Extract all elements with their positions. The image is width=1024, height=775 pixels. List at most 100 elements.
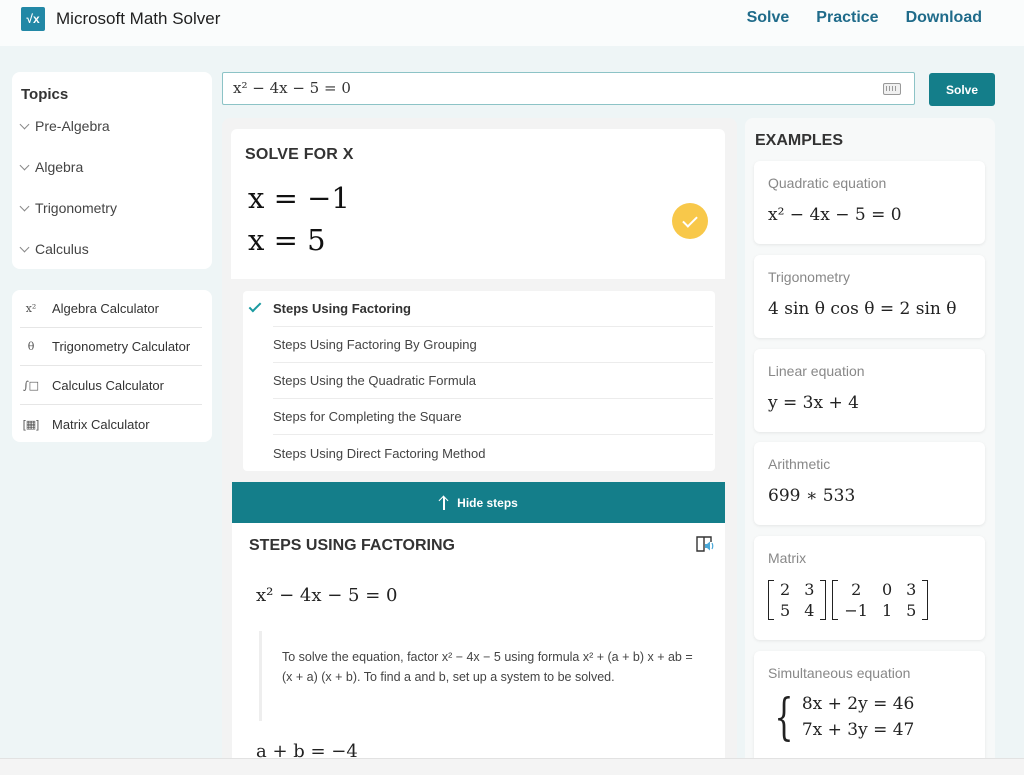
integral-icon: ∫□ [22, 379, 40, 392]
matrix-cell: 4 [804, 601, 815, 620]
topic-pre-algebra[interactable]: Pre-Algebra [19, 118, 110, 134]
matrix-cell: 3 [906, 580, 917, 599]
method-label: Steps Using the Quadratic Formula [273, 373, 477, 388]
steps-title: STEPS USING FACTORING [249, 537, 455, 554]
solution-answer: x = 5 [248, 223, 326, 257]
topic-label: Algebra [35, 159, 84, 175]
solution-answer: x = −1 [248, 181, 350, 215]
system-equation: 7x + 3y = 47 [801, 720, 915, 740]
example-expression: { 8x + 2y = 46 7x + 3y = 47 [768, 688, 915, 746]
example-arithmetic[interactable]: Arithmetic 699 ∗ 533 [754, 442, 985, 525]
chevron-down-icon [19, 201, 30, 211]
example-label: Trigonometry [768, 269, 850, 285]
top-nav: Solve Practice Download [747, 9, 982, 27]
x-squared-icon: x² [25, 302, 37, 315]
solve-button[interactable]: Solve [929, 73, 995, 106]
bottom-bar [0, 758, 1024, 775]
method-list: Steps Using Factoring Steps Using Factor… [243, 291, 715, 471]
example-expression: 2354 2 0 3 −1 1 5 [768, 580, 934, 620]
calc-label: Algebra Calculator [52, 301, 159, 316]
top-header: √x Microsoft Math Solver Solve Practice … [0, 0, 1024, 46]
example-expression: x² − 4x − 5 = 0 [768, 205, 902, 225]
method-item-grouping[interactable]: Steps Using Factoring By Grouping [273, 327, 713, 363]
example-label: Matrix [768, 550, 807, 566]
example-label: Quadratic equation [768, 175, 887, 191]
chevron-down-icon [19, 119, 30, 129]
example-trigonometry[interactable]: Trigonometry 4 sin θ cos θ = 2 sin θ [754, 255, 985, 338]
algebra-calculator-link[interactable]: x² Algebra Calculator [20, 290, 202, 328]
chevron-down-icon [19, 160, 30, 170]
method-item-direct-factoring[interactable]: Steps Using Direct Factoring Method [273, 435, 713, 471]
hide-steps-button[interactable]: Hide steps [232, 482, 725, 523]
matrix-calculator-link[interactable]: [▦] Matrix Calculator [20, 405, 202, 443]
matrix-b: 2 0 3 −1 1 5 [832, 580, 929, 620]
keyboard-icon[interactable] [883, 83, 901, 95]
topic-algebra[interactable]: Algebra [19, 159, 84, 175]
nav-practice[interactable]: Practice [816, 9, 878, 27]
equation-input[interactable]: x² − 4x − 5 = 0 [222, 72, 915, 105]
method-label: Steps Using Factoring [273, 301, 411, 316]
example-expression: 699 ∗ 533 [768, 486, 856, 506]
example-expression: 4 sin θ cos θ = 2 sin θ [768, 299, 957, 319]
example-quadratic[interactable]: Quadratic equation x² − 4x − 5 = 0 [754, 161, 985, 244]
calc-label: Trigonometry Calculator [52, 339, 191, 354]
example-expression: y = 3x + 4 [768, 393, 859, 413]
steps-card: STEPS USING FACTORING x² − 4x − 5 = 0 To… [232, 523, 725, 775]
topic-label: Trigonometry [35, 200, 117, 216]
example-label: Linear equation [768, 363, 865, 379]
calculators-panel: x² Algebra Calculator θ Trigonometry Cal… [12, 290, 212, 442]
examples-panel: EXAMPLES Quadratic equation x² − 4x − 5 … [745, 118, 995, 775]
example-matrix[interactable]: Matrix 2354 2 0 3 −1 1 5 [754, 536, 985, 640]
method-item-factoring[interactable]: Steps Using Factoring [248, 291, 713, 327]
math-solver-logo-icon[interactable]: √x [19, 7, 47, 31]
chevron-down-icon [19, 242, 30, 252]
method-item-completing-square[interactable]: Steps for Completing the Square [273, 399, 713, 435]
topic-label: Pre-Algebra [35, 118, 110, 134]
method-label: Steps for Completing the Square [273, 409, 462, 424]
system-equation: 8x + 2y = 46 [801, 694, 915, 714]
method-label: Steps Using Direct Factoring Method [273, 445, 486, 461]
nav-download[interactable]: Download [906, 9, 982, 27]
calc-label: Calculus Calculator [52, 378, 164, 393]
matrix-a: 2354 [768, 580, 827, 620]
verified-check-icon [672, 203, 708, 239]
solution-title: SOLVE FOR X [245, 146, 354, 163]
matrix-icon: [▦] [22, 418, 40, 431]
calculus-calculator-link[interactable]: ∫□ Calculus Calculator [20, 367, 202, 405]
step-equation: x² − 4x − 5 = 0 [256, 585, 398, 606]
topic-label: Calculus [35, 241, 89, 257]
topics-title: Topics [21, 86, 69, 103]
equation-input-value[interactable]: x² − 4x − 5 = 0 [233, 79, 351, 97]
matrix-cell: 2 [851, 580, 862, 599]
nav-solve[interactable]: Solve [747, 9, 790, 27]
matrix-cell: −1 [844, 601, 868, 620]
topics-panel: Topics Pre-Algebra Algebra Trigonometry … [12, 72, 212, 269]
method-item-quadratic-formula[interactable]: Steps Using the Quadratic Formula [273, 363, 713, 399]
example-label: Arithmetic [768, 456, 831, 472]
example-label: Simultaneous equation [768, 665, 911, 681]
method-label: Steps Using Factoring By Grouping [273, 337, 477, 352]
trigonometry-calculator-link[interactable]: θ Trigonometry Calculator [20, 328, 202, 366]
matrix-cell: 5 [780, 601, 791, 620]
matrix-cell: 3 [804, 580, 815, 599]
example-linear[interactable]: Linear equation y = 3x + 4 [754, 349, 985, 432]
brace-glyph: { [774, 688, 794, 746]
checkmark-icon [248, 299, 262, 313]
app-title[interactable]: Microsoft Math Solver [56, 9, 220, 29]
topic-calculus[interactable]: Calculus [19, 241, 89, 257]
theta-icon: θ [27, 340, 35, 353]
solution-card: SOLVE FOR X x = −1 x = 5 [231, 129, 725, 279]
step-explanation: To solve the equation, factor x² − 4x − … [259, 631, 699, 721]
matrix-cell: 1 [881, 601, 893, 620]
step-explanation-text: To solve the equation, factor x² − 4x − … [282, 650, 693, 684]
examples-title: EXAMPLES [755, 132, 844, 149]
matrix-cell: 2 [780, 580, 791, 599]
example-simultaneous[interactable]: Simultaneous equation { 8x + 2y = 46 7x … [754, 651, 985, 775]
arrow-up-icon [439, 496, 449, 510]
calc-label: Matrix Calculator [52, 416, 150, 432]
hide-steps-label: Hide steps [457, 495, 518, 510]
matrix-cell: 5 [906, 601, 917, 620]
topic-trigonometry[interactable]: Trigonometry [19, 200, 117, 216]
matrix-cell: 0 [881, 580, 893, 599]
immersive-reader-icon[interactable] [695, 534, 715, 554]
